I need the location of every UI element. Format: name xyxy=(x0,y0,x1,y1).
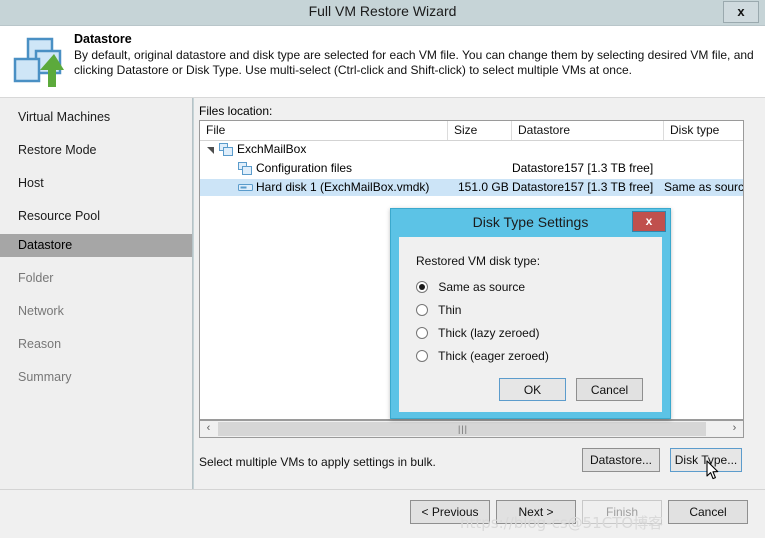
sidebar-item-label: Reason xyxy=(18,337,62,351)
sidebar-item-label: Folder xyxy=(18,271,54,285)
wizard-step-sidebar: Virtual Machines Restore Mode Host Resou… xyxy=(0,98,193,489)
sidebar-item-label: Datastore xyxy=(18,238,73,252)
radio-button-icon[interactable] xyxy=(416,327,428,339)
sidebar-item-folder[interactable]: Folder xyxy=(0,267,192,290)
cell-file: Hard disk 1 (ExchMailBox.vmdk) xyxy=(256,180,430,194)
cell-disk-type xyxy=(664,141,743,158)
sidebar-item-label: Virtual Machines xyxy=(18,110,111,124)
radio-button-icon[interactable] xyxy=(416,281,428,293)
sidebar-item-label: Resource Pool xyxy=(18,209,100,223)
datastore-button[interactable]: Datastore... xyxy=(582,448,660,472)
cell-size xyxy=(448,141,508,158)
previous-button[interactable]: < Previous xyxy=(410,500,490,524)
vm-restore-icon xyxy=(10,35,64,89)
sidebar-item-virtual-machines[interactable]: Virtual Machines xyxy=(0,106,192,129)
column-header-size[interactable]: Size xyxy=(448,121,512,140)
cell-size xyxy=(448,160,508,177)
radio-option-same-as-source[interactable]: Same as source xyxy=(416,278,525,296)
column-header-datastore[interactable]: Datastore xyxy=(512,121,664,140)
cell-datastore: Datastore157 [1.3 TB free] xyxy=(512,161,654,175)
table-horizontal-scrollbar[interactable]: ‹ ||| › xyxy=(199,420,744,438)
scroll-right-arrow-icon[interactable]: › xyxy=(726,421,743,437)
radio-button-icon[interactable] xyxy=(416,350,428,362)
cell-file: ExchMailBox xyxy=(237,142,307,156)
window-title-bar: Full VM Restore Wizard x xyxy=(0,0,765,25)
scrollbar-thumb[interactable]: ||| xyxy=(218,422,706,436)
page-title: Datastore xyxy=(74,32,132,46)
cell-datastore xyxy=(512,141,660,158)
finish-button: Finish xyxy=(582,500,662,524)
table-row[interactable]: ExchMailBox xyxy=(200,141,743,158)
column-header-disk-type[interactable]: Disk type xyxy=(664,121,743,140)
window-title: Full VM Restore Wizard xyxy=(308,3,457,19)
dialog-close-button[interactable]: x xyxy=(632,211,666,232)
cell-disk-type: Same as source xyxy=(664,180,743,194)
radio-option-thick-lazy-zeroed[interactable]: Thick (lazy zeroed) xyxy=(416,324,540,342)
sidebar-item-label: Host xyxy=(18,176,44,190)
radio-button-icon[interactable] xyxy=(416,304,428,316)
wizard-footer: < Previous Next > Finish Cancel xyxy=(0,489,765,538)
disk-type-legend: Restored VM disk type: xyxy=(416,254,541,268)
sidebar-item-restore-mode[interactable]: Restore Mode xyxy=(0,139,192,162)
disk-type-settings-dialog: Disk Type Settings x Restored VM disk ty… xyxy=(390,208,671,419)
cell-disk-type xyxy=(664,160,743,177)
expander-triangle-icon[interactable] xyxy=(206,145,215,154)
sidebar-item-resource-pool[interactable]: Resource Pool xyxy=(0,205,192,228)
table-header-row: File Size Datastore Disk type xyxy=(200,121,743,141)
sidebar-item-datastore[interactable]: Datastore xyxy=(0,234,192,257)
radio-option-thin[interactable]: Thin xyxy=(416,301,461,319)
sidebar-item-label: Summary xyxy=(18,370,72,384)
dialog-cancel-button[interactable]: Cancel xyxy=(576,378,643,401)
dialog-body: Restored VM disk type: Same as source Th… xyxy=(399,237,662,412)
files-location-label: Files location: xyxy=(199,104,273,118)
sidebar-item-summary[interactable]: Summary xyxy=(0,366,192,389)
next-button[interactable]: Next > xyxy=(496,500,576,524)
disk-icon xyxy=(238,181,253,194)
wizard-header: Datastore By default, original datastore… xyxy=(0,25,765,98)
radio-option-thick-eager-zeroed[interactable]: Thick (eager zeroed) xyxy=(416,347,549,365)
window-close-button[interactable]: x xyxy=(723,1,759,23)
radio-label: Thick (eager zeroed) xyxy=(438,349,549,363)
page-description: By default, original datastore and disk … xyxy=(74,48,754,77)
scroll-left-arrow-icon[interactable]: ‹ xyxy=(200,421,217,437)
sidebar-item-reason[interactable]: Reason xyxy=(0,333,192,356)
cell-file: Configuration files xyxy=(256,161,353,175)
sidebar-item-label: Network xyxy=(18,304,64,318)
column-header-file[interactable]: File xyxy=(200,121,448,140)
wizard-header-text: Datastore By default, original datastore… xyxy=(74,32,757,78)
vm-icon xyxy=(219,143,234,156)
dialog-title: Disk Type Settings xyxy=(472,214,589,230)
radio-label: Same as source xyxy=(438,280,526,294)
radio-label: Thin xyxy=(438,303,462,317)
cell-size: 151.0 GB xyxy=(458,180,509,194)
sidebar-item-host[interactable]: Host xyxy=(0,172,192,195)
radio-label: Thick (lazy zeroed) xyxy=(438,326,540,340)
vm-icon xyxy=(238,162,253,175)
dialog-ok-button[interactable]: OK xyxy=(499,378,566,401)
table-row[interactable]: Hard disk 1 (ExchMailBox.vmdk) 151.0 GB … xyxy=(200,179,743,196)
cancel-button[interactable]: Cancel xyxy=(668,500,748,524)
cell-datastore: Datastore157 [1.3 TB free] xyxy=(512,180,654,194)
bulk-settings-hint: Select multiple VMs to apply settings in… xyxy=(199,455,436,469)
sidebar-item-label: Restore Mode xyxy=(18,143,97,157)
disk-type-button[interactable]: Disk Type... xyxy=(670,448,742,472)
table-row[interactable]: Configuration files Datastore157 [1.3 TB… xyxy=(200,160,743,177)
full-vm-restore-wizard-window: Full VM Restore Wizard x Datastore By de… xyxy=(0,0,765,538)
scrollbar-grip-icon: ||| xyxy=(458,424,469,434)
sidebar-item-network[interactable]: Network xyxy=(0,300,192,323)
